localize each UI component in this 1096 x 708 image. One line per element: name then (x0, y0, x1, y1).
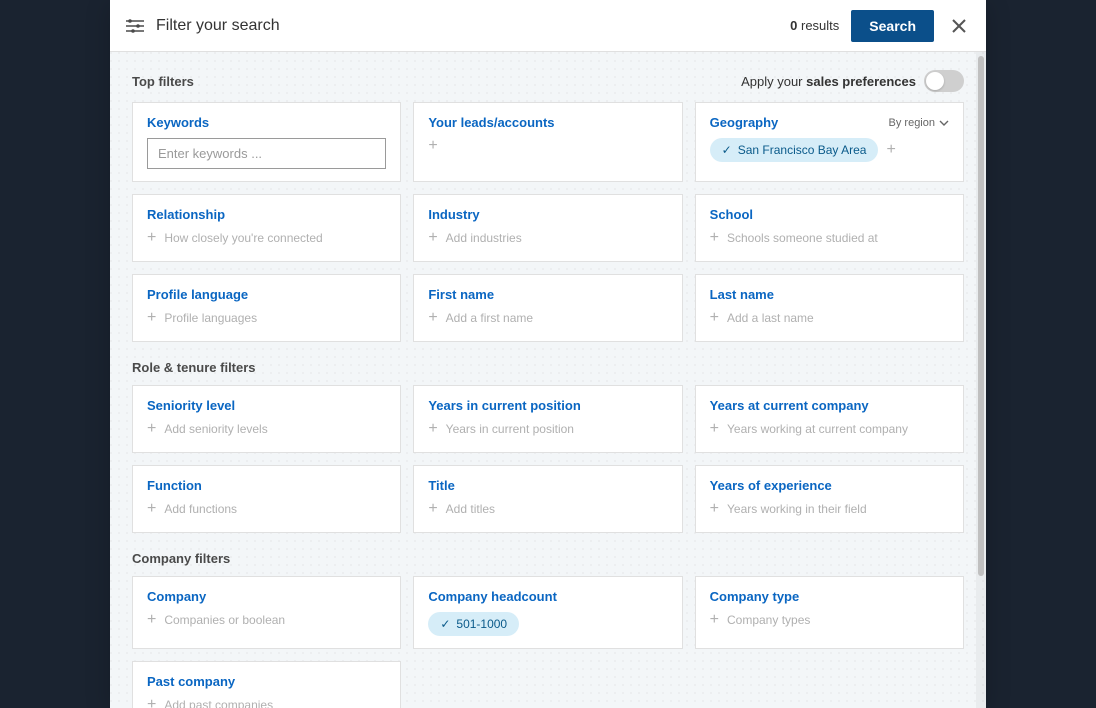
check-icon: ✓ (440, 617, 450, 631)
keywords-input[interactable] (147, 138, 386, 169)
filter-title: Seniority level (147, 398, 386, 413)
filter-card-school: School +Schools someone studied at (695, 194, 964, 262)
filter-hint[interactable]: +How closely you're connected (147, 230, 386, 246)
filter-card-geography: Geography By region ✓ San Francisco Bay … (695, 102, 964, 182)
filter-card-function: Function +Add functions (132, 465, 401, 533)
filter-card-years-company: Years at current company +Years working … (695, 385, 964, 453)
section-company-row: Company filters (132, 533, 964, 576)
filter-title: Relationship (147, 207, 386, 222)
filter-title: Company type (710, 589, 949, 604)
filter-card-profile-language: Profile language +Profile languages (132, 274, 401, 342)
add-icon[interactable]: + (428, 138, 437, 154)
filter-card-title: Title +Add titles (413, 465, 682, 533)
filter-icon (126, 19, 144, 33)
filter-hint[interactable]: +Add industries (428, 230, 667, 246)
filter-hint[interactable]: +Add a first name (428, 310, 667, 326)
filter-hint[interactable]: +Add titles (428, 501, 667, 517)
filter-card-years-position: Years in current position +Years in curr… (413, 385, 682, 453)
filter-card-headcount: Company headcount ✓ 501-1000 (413, 576, 682, 649)
section-role-row: Role & tenure filters (132, 342, 964, 385)
close-button[interactable] (948, 15, 970, 37)
filter-hint[interactable]: +Add a last name (710, 310, 949, 326)
filter-hint[interactable]: +Schools someone studied at (710, 230, 949, 246)
filter-card-past-company: Past company +Add past companies (132, 661, 401, 708)
geography-region-dropdown[interactable]: By region (889, 117, 949, 129)
section-title-top: Top filters (132, 74, 194, 89)
filter-title: Years at current company (710, 398, 949, 413)
filter-card-company: Company +Companies or boolean (132, 576, 401, 649)
section-top-row: Top filters Apply your sales preferences (132, 52, 964, 102)
filter-card-last-name: Last name +Add a last name (695, 274, 964, 342)
filter-title: Last name (710, 287, 949, 302)
filter-title: Industry (428, 207, 667, 222)
filter-card-seniority: Seniority level +Add seniority levels (132, 385, 401, 453)
filter-card-relationship: Relationship +How closely you're connect… (132, 194, 401, 262)
filter-title: First name (428, 287, 667, 302)
filter-title: Past company (147, 674, 386, 689)
filter-hint[interactable]: +Add functions (147, 501, 386, 517)
filter-title: Your leads/accounts (428, 115, 667, 130)
filter-hint[interactable]: +Companies or boolean (147, 612, 386, 628)
filter-title: Geography (710, 115, 889, 130)
chevron-down-icon (939, 120, 949, 126)
filter-hint[interactable]: +Years in current position (428, 421, 667, 437)
filter-title: Profile language (147, 287, 386, 302)
modal-title: Filter your search (156, 17, 790, 35)
section-title-role: Role & tenure filters (132, 360, 256, 375)
filter-hint[interactable]: +Years working at current company (710, 421, 949, 437)
close-icon (951, 18, 967, 34)
filter-hint[interactable]: +Profile languages (147, 310, 386, 326)
section-title-company: Company filters (132, 551, 230, 566)
geography-chip[interactable]: ✓ San Francisco Bay Area (710, 138, 879, 162)
sales-preferences-label: Apply your sales preferences (741, 74, 916, 89)
filter-title: Years in current position (428, 398, 667, 413)
filter-hint[interactable]: +Add seniority levels (147, 421, 386, 437)
filter-card-industry: Industry +Add industries (413, 194, 682, 262)
filter-title: Title (428, 478, 667, 493)
filter-card-company-type: Company type +Company types (695, 576, 964, 649)
scrollbar-track[interactable] (976, 52, 986, 708)
modal-body: Top filters Apply your sales preferences… (110, 52, 986, 708)
modal-header: Filter your search 0 results Search (110, 0, 986, 52)
add-icon[interactable]: + (886, 141, 895, 159)
filter-title: Function (147, 478, 386, 493)
filter-title: School (710, 207, 949, 222)
filter-modal: Filter your search 0 results Search Top … (110, 0, 986, 708)
search-button[interactable]: Search (851, 10, 934, 42)
filter-title: Company (147, 589, 386, 604)
filter-hint[interactable]: +Years working in their field (710, 501, 949, 517)
filter-hint[interactable]: +Add past companies (147, 697, 386, 708)
check-icon: ✓ (722, 143, 732, 157)
filter-title: Years of experience (710, 478, 949, 493)
filter-title: Company headcount (428, 589, 667, 604)
headcount-chip[interactable]: ✓ 501-1000 (428, 612, 519, 636)
filter-card-leads: Your leads/accounts + (413, 102, 682, 182)
sales-preferences-toggle[interactable] (924, 70, 964, 92)
results-count: 0 results (790, 18, 839, 33)
filter-card-years-exp: Years of experience +Years working in th… (695, 465, 964, 533)
filter-title: Keywords (147, 115, 386, 130)
filter-card-keywords: Keywords (132, 102, 401, 182)
scrollbar-thumb[interactable] (978, 56, 984, 576)
filter-hint[interactable]: +Company types (710, 612, 949, 628)
filter-card-first-name: First name +Add a first name (413, 274, 682, 342)
